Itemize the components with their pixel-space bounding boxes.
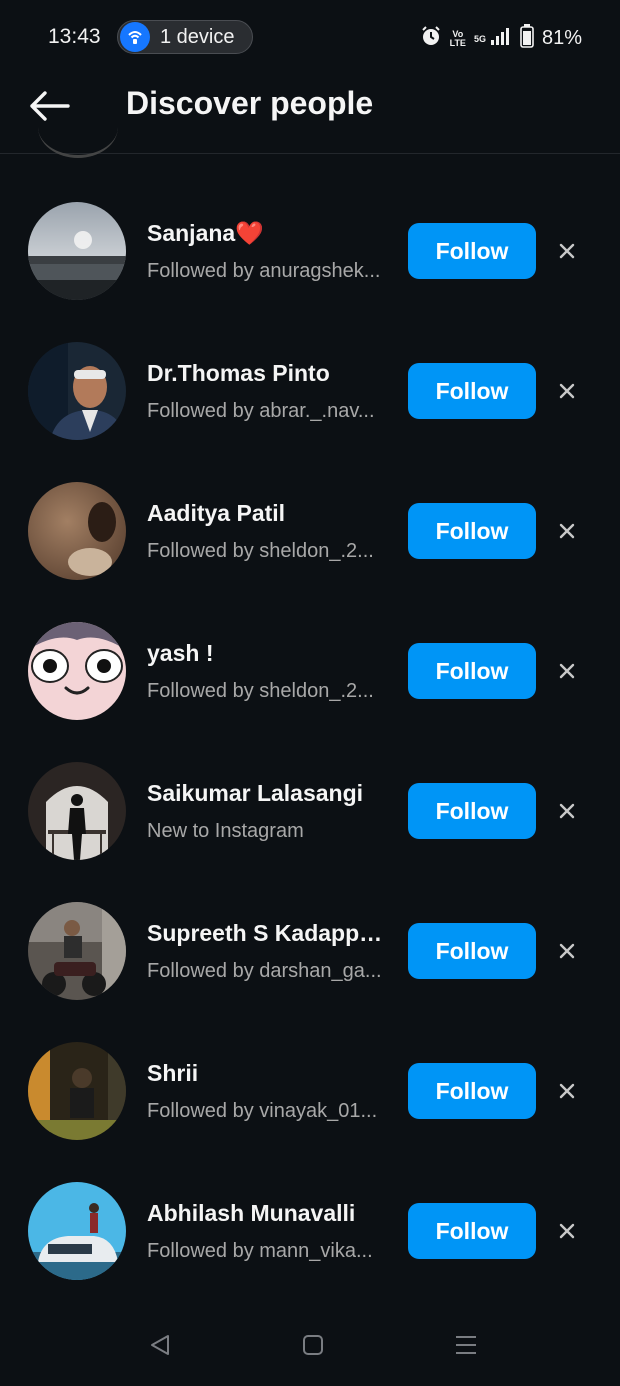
username[interactable]: Saikumar Lalasangi bbox=[147, 780, 389, 807]
mutual-followers-text: Followed by sheldon_.2... bbox=[147, 680, 374, 702]
mutual-followers-text: Followed by abrar._.nav... bbox=[147, 400, 375, 422]
follow-button[interactable]: Follow bbox=[408, 643, 536, 699]
menu-lines-icon bbox=[456, 1336, 476, 1354]
mutual-followers-text: Followed by sheldon_.2... bbox=[147, 540, 374, 562]
suggestion-row: Sanjana❤️ Followed by anuragshek... Foll… bbox=[0, 180, 620, 320]
username[interactable]: Dr.Thomas Pinto bbox=[147, 360, 389, 387]
avatar[interactable] bbox=[28, 902, 126, 1000]
username-text: Sanjana bbox=[147, 220, 236, 246]
mutual-followers-text: Followed by darshan_ga... bbox=[147, 960, 382, 982]
username[interactable]: Aaditya Patil bbox=[147, 500, 389, 527]
mutual-followers-text: Followed by vinayak_01... bbox=[147, 1100, 378, 1122]
mutual-followers-text: Followed by anuragshek... bbox=[147, 260, 381, 282]
close-icon bbox=[559, 243, 575, 259]
avatar[interactable] bbox=[28, 482, 126, 580]
avatar[interactable] bbox=[28, 342, 126, 440]
follow-button[interactable]: Follow bbox=[408, 1203, 536, 1259]
heart-emoji: ❤️ bbox=[235, 220, 264, 246]
volte-icon: Vo LTE bbox=[449, 29, 466, 48]
close-icon bbox=[559, 663, 575, 679]
close-icon bbox=[559, 523, 575, 539]
close-icon bbox=[559, 803, 575, 819]
connected-device-pill[interactable]: 1 device bbox=[117, 20, 253, 54]
page-title: Discover people bbox=[126, 85, 374, 121]
username[interactable]: Sanjana❤️ bbox=[147, 220, 389, 247]
screen: 13:43 1 device Vo LTE 5G 81% Discover pe… bbox=[0, 0, 620, 1386]
dismiss-button[interactable] bbox=[552, 656, 582, 686]
suggestion-row: Aaditya Patil Followed by sheldon_.2... … bbox=[0, 460, 620, 600]
network-type-label: 5G bbox=[473, 33, 486, 44]
dismiss-button[interactable] bbox=[552, 516, 582, 546]
follow-button[interactable]: Follow bbox=[408, 923, 536, 979]
status-time: 13:43 bbox=[48, 25, 101, 48]
new-user-text: New to Instagram bbox=[147, 820, 304, 842]
username[interactable]: Shrii bbox=[147, 1060, 389, 1087]
system-nav-bar bbox=[0, 1300, 620, 1386]
device-count-label: 1 device bbox=[160, 25, 235, 48]
avatar-partial bbox=[38, 96, 118, 158]
nav-recents-button[interactable] bbox=[446, 1330, 486, 1360]
dismiss-button[interactable] bbox=[552, 796, 582, 826]
follow-button[interactable]: Follow bbox=[408, 503, 536, 559]
nav-home-button[interactable] bbox=[293, 1330, 333, 1360]
suggestion-row: Dr.Thomas Pinto Followed by abrar._.nav.… bbox=[0, 320, 620, 460]
follow-button[interactable]: Follow bbox=[408, 783, 536, 839]
dismiss-button[interactable] bbox=[552, 236, 582, 266]
avatar[interactable] bbox=[28, 202, 126, 300]
dismiss-button[interactable] bbox=[552, 936, 582, 966]
avatar[interactable] bbox=[28, 762, 126, 860]
alarm-icon bbox=[420, 25, 442, 52]
follow-button[interactable]: Follow bbox=[408, 223, 536, 279]
dismiss-button[interactable] bbox=[552, 1216, 582, 1246]
username[interactable]: yash ! bbox=[147, 640, 389, 667]
avatar[interactable] bbox=[28, 1042, 126, 1140]
suggestion-row: Abhilash Munavalli Followed by mann_vika… bbox=[0, 1160, 620, 1300]
avatar[interactable] bbox=[28, 1182, 126, 1280]
back-triangle-icon bbox=[151, 1335, 169, 1355]
nav-back-button[interactable] bbox=[140, 1330, 180, 1360]
battery-percentage: 81% bbox=[541, 27, 582, 49]
status-icons: Vo LTE 5G 81% bbox=[420, 24, 582, 53]
close-icon bbox=[559, 1083, 575, 1099]
hotspot-icon bbox=[120, 22, 150, 52]
suggestion-row: Saikumar Lalasangi New to Instagram Foll… bbox=[0, 740, 620, 880]
close-icon bbox=[559, 943, 575, 959]
username[interactable]: Abhilash Munavalli bbox=[147, 1200, 389, 1227]
volte-bottom-label: LTE bbox=[449, 37, 466, 48]
avatar[interactable] bbox=[28, 622, 126, 720]
dismiss-button[interactable] bbox=[552, 376, 582, 406]
follow-button[interactable]: Follow bbox=[408, 363, 536, 419]
suggestion-list: Sanjana❤️ Followed by anuragshek... Foll… bbox=[0, 180, 620, 1300]
suggestion-row: Supreeth S Kadappa... Followed by darsha… bbox=[0, 880, 620, 1020]
mutual-followers-text: Followed by mann_vika... bbox=[147, 1240, 373, 1262]
home-square-icon bbox=[303, 1335, 323, 1355]
status-bar: 13:43 1 device Vo LTE 5G 81% bbox=[0, 0, 620, 76]
close-icon bbox=[559, 1223, 575, 1239]
username[interactable]: Supreeth S Kadappa... bbox=[147, 920, 389, 947]
battery-icon bbox=[520, 24, 534, 53]
suggestion-row: yash ! Followed by sheldon_.2... Follow bbox=[0, 600, 620, 740]
suggestion-row: Shrii Followed by vinayak_01... Follow bbox=[0, 1020, 620, 1160]
follow-button[interactable]: Follow bbox=[408, 1063, 536, 1119]
close-icon bbox=[559, 383, 575, 399]
dismiss-button[interactable] bbox=[552, 1076, 582, 1106]
signal-icon bbox=[490, 26, 512, 51]
